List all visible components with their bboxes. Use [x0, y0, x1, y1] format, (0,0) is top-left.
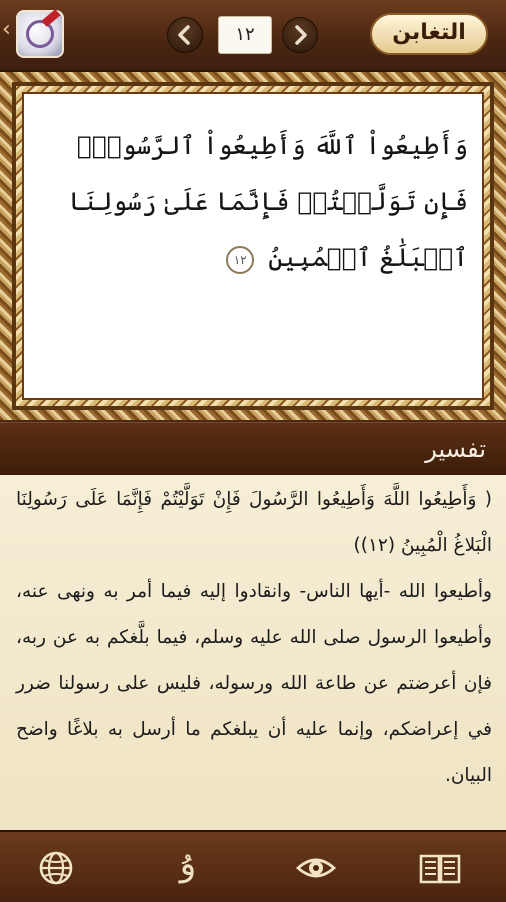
tafsir-quote: ( وَأَطِيعُوا اللَّهَ وَأَطِيعُوا الرَّس… — [16, 489, 492, 556]
verse-frame: وَأَطِيعُواْ ٱللَّهَ وَأَطِيعُواْ ٱلرَّس… — [0, 72, 506, 420]
verse-text: وَأَطِيعُواْ ٱللَّهَ وَأَطِيعُواْ ٱلرَّس… — [38, 118, 468, 286]
ayah-number-marker: ١٢ — [226, 245, 255, 274]
bottom-toolbar: ﯗ — [0, 830, 506, 902]
page-number-field[interactable]: ١٢ — [218, 16, 272, 54]
eye-icon — [295, 858, 337, 878]
back-chevron-icon[interactable]: ‹ — [2, 18, 11, 42]
chevron-left-icon — [178, 25, 190, 45]
logo-ribbon — [41, 9, 61, 27]
surah-name-badge[interactable]: التغابن — [370, 13, 488, 55]
quran-logo-icon[interactable] — [16, 9, 64, 58]
previous-page-button[interactable] — [167, 17, 203, 53]
tajweed-icon: ﯗ — [179, 844, 197, 884]
next-page-button[interactable] — [282, 17, 318, 53]
tafsir-explanation: وأطيعوا الله -أيها الناس- وانقادوا إليه … — [16, 581, 492, 786]
top-bar: ‹ ١٢ التغابن — [0, 0, 506, 72]
view-button[interactable] — [294, 846, 338, 890]
tafsir-header: تفسير — [0, 422, 506, 476]
tafsir-panel[interactable]: ( وَأَطِيعُوا اللَّهَ وَأَطِيعُوا الرَّس… — [0, 475, 506, 830]
globe-button[interactable] — [34, 846, 78, 890]
tafsir-text: ( وَأَطِيعُوا اللَّهَ وَأَطِيعُوا الرَّس… — [16, 477, 492, 799]
verse-body: وَأَطِيعُواْ ٱللَّهَ وَأَطِيعُواْ ٱلرَّس… — [68, 131, 468, 272]
globe-icon — [39, 851, 73, 885]
read-mode-button[interactable] — [418, 846, 462, 890]
chevron-right-icon — [295, 25, 307, 45]
tafsir-title: تفسير — [425, 435, 486, 463]
book-icon — [419, 854, 461, 884]
tajweed-button[interactable]: ﯗ — [166, 842, 210, 886]
verse-panel[interactable]: وَأَطِيعُواْ ٱللَّهَ وَأَطِيعُواْ ٱلرَّس… — [22, 92, 484, 400]
